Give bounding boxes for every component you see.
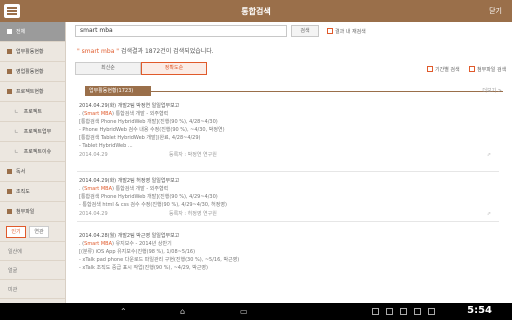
more-link[interactable]: 더보기 > <box>482 87 502 94</box>
sidebar-item-label: 첨부파일 <box>16 209 35 215</box>
sidebar-item-label: 독서 <box>16 169 26 175</box>
sidebar-item-org-chart[interactable]: 조직도 <box>0 182 65 202</box>
result-item[interactable]: 2014.04.29(화) 개발2팀 허정영 일일업무보고 . (Smart M… <box>79 177 497 218</box>
tab-related[interactable]: 연관 <box>29 225 49 238</box>
sidebar-item-all[interactable]: 전체 <box>0 22 65 42</box>
result-line: [통합검색 Tablet HybridWeb 개발](완료, 4/28~4/29… <box>79 135 201 141</box>
notification-icon[interactable] <box>386 308 393 315</box>
result-registrar: 등록자 : 박정연 연구원 <box>169 152 217 158</box>
sidebar-item-project-status[interactable]: 프로젝트현황 <box>0 82 65 102</box>
back-icon[interactable]: ⌃ <box>120 307 127 316</box>
section-title: 업무활동현황(1723) <box>85 86 151 96</box>
clock: 5:54 <box>467 305 492 316</box>
sort-latest-button[interactable]: 최신순 <box>75 62 141 75</box>
result-line: [통합검색 Phone HybridWeb 개발](진행(90 %), 4/29… <box>79 194 218 200</box>
attachment-search-option[interactable]: 첨부파일 검색 <box>469 66 506 73</box>
result-item[interactable]: 2014.04.29(화) 개발2팀 박정연 일일업무보고 . (Smart M… <box>79 102 497 159</box>
result-date: 2014.04.29 <box>79 152 108 158</box>
result-line: [(분류) iOS App 유지보수(진행(98 %), 1/08~5/16) <box>79 249 196 255</box>
search-within-option[interactable]: 결과 내 재검색 <box>327 28 366 35</box>
result-line: - xTalk 조직도 중급 표시 작업(진행(90 %), ~4/29, 박근… <box>79 265 208 271</box>
category-icon <box>7 89 12 94</box>
app-header: 통합검색 닫기 <box>0 0 512 22</box>
result-meta: 2014.04.29 등록자 : 박정연 연구원 ⇗ <box>79 151 497 159</box>
sort-accuracy-button[interactable]: 정확도순 <box>141 62 207 75</box>
result-date: 2014.04.29 <box>79 211 108 217</box>
result-count: 검색결과 1872건이 검색되었습니다. <box>119 48 214 55</box>
search-input[interactable]: smart mba <box>75 25 287 37</box>
result-line: . (Smart MBA) 통합검색 개발 - 외주협력 <box>79 186 169 192</box>
period-search-option[interactable]: 기간별 검색 <box>427 66 460 73</box>
result-item[interactable]: 2014.04.28(월) 개발2팀 박근영 일일업무보고 . (Smart M… <box>79 232 497 272</box>
result-line: - Phone HybridWeb 검수 내용 수정(진행(90 %), ~4/… <box>79 127 225 133</box>
keyword-item[interactable]: 일산에 <box>0 242 65 261</box>
sidebar-item-work-activity[interactable]: 업무활동현황 <box>0 42 65 62</box>
sidebar-item-reading[interactable]: 독서 <box>0 162 65 182</box>
system-bar: ⌃ ⌂ ▭ 5:54 <box>0 303 512 320</box>
page-title: 통합검색 <box>241 7 271 16</box>
result-line: [통합검색 Phone HybridWeb 개발](진행(90 %), 4/28… <box>79 119 218 125</box>
category-icon <box>7 49 12 54</box>
divider <box>77 221 499 222</box>
result-summary: " smart mba " 검색결과 1872건이 검색되었습니다. <box>77 46 214 55</box>
result-title[interactable]: 2014.04.29(화) 개발2팀 허정영 일일업무보고 <box>79 177 497 185</box>
keyword-item[interactable]: 미관 <box>0 280 65 299</box>
checkbox-icon[interactable] <box>469 66 475 72</box>
sidebar-item-label: 영업활동현황 <box>16 69 44 75</box>
result-title[interactable]: 2014.04.29(화) 개발2팀 박정연 일일업무보고 <box>79 102 497 110</box>
attachment-search-label: 첨부파일 검색 <box>477 67 507 73</box>
result-registrar: 등록자 : 허정영 연구원 <box>169 211 217 217</box>
notification-icon[interactable] <box>372 308 379 315</box>
wifi-icon <box>428 308 435 315</box>
sidebar-item-project-issue[interactable]: ㄴ 프로젝트이슈 <box>0 142 65 162</box>
main-content: smart mba 검색 결과 내 재검색 " smart mba " 검색결과… <box>67 22 512 303</box>
search-button[interactable]: 검색 <box>291 25 319 37</box>
category-icon <box>7 189 12 194</box>
result-line: - Tablet HybridWeb ... <box>79 143 133 149</box>
sidebar-item-label: 프로젝트 <box>23 109 43 115</box>
share-icon[interactable]: ⇗ <box>487 151 491 159</box>
result-line: - 통합검색 html & css 검수 수정(진행(90 %), 4/29~4… <box>79 202 227 208</box>
sidebar-item-label: 프로젝트이슈 <box>23 149 52 155</box>
category-icon <box>7 69 12 74</box>
notification-icon[interactable] <box>400 308 407 315</box>
sidebar-item-label: 프로젝트현황 <box>16 89 44 95</box>
recent-apps-icon[interactable]: ▭ <box>240 307 248 316</box>
result-line: . (Smart MBA) 통합검색 개발 - 외주협력 <box>79 111 169 117</box>
period-search-label: 기간별 검색 <box>435 67 460 73</box>
tree-branch-icon: ㄴ <box>14 149 19 155</box>
sidebar: 전체 업무활동현황 영업활동현황 프로젝트현황 ㄴ 프로젝트 ㄴ 프로젝트업무 ㄴ프… <box>0 22 66 303</box>
category-icon <box>7 209 12 214</box>
result-title[interactable]: 2014.04.28(월) 개발2팀 박근영 일일업무보고 <box>79 232 497 240</box>
sidebar-item-sales-activity[interactable]: 영업활동현황 <box>0 62 65 82</box>
category-icon <box>7 169 12 174</box>
result-line: . (Smart MBA) 유지보수 - 2014년 상반기 <box>79 241 172 247</box>
sidebar-item-project-task[interactable]: ㄴ 프로젝트업무 <box>0 122 65 142</box>
checkbox-icon[interactable] <box>427 66 433 72</box>
keyword-item[interactable]: 얼굴 <box>0 261 65 280</box>
search-within-label: 결과 내 재검색 <box>335 29 366 35</box>
sidebar-item-label: 업무활동현황 <box>16 49 44 55</box>
tree-branch-icon: ㄴ <box>14 109 19 115</box>
checkbox-icon[interactable] <box>327 28 333 34</box>
sidebar-item-label: 프로젝트업무 <box>23 129 52 135</box>
sidebar-item-label: 조직도 <box>16 189 30 195</box>
sidebar-item-project[interactable]: ㄴ 프로젝트 <box>0 102 65 122</box>
close-button[interactable]: 닫기 <box>489 6 502 16</box>
tree-branch-icon: ㄴ <box>14 129 19 135</box>
result-query: " smart mba " <box>77 48 120 55</box>
sidebar-item-label: 전체 <box>16 29 26 35</box>
share-icon[interactable]: ⇗ <box>487 210 491 218</box>
home-icon[interactable]: ⌂ <box>180 307 185 316</box>
tab-popular[interactable]: 인기 <box>6 225 26 238</box>
result-meta: 2014.04.29 등록자 : 허정영 연구원 ⇗ <box>79 210 497 218</box>
notification-icon[interactable] <box>414 308 421 315</box>
result-line: - xTalk pad phone 다운로드 파일관리 구현(진행(30 %),… <box>79 257 240 263</box>
keyword-tabs: 인기 연관 <box>0 222 65 242</box>
sidebar-item-attachments[interactable]: 첨부파일 <box>0 202 65 222</box>
divider <box>77 171 499 172</box>
category-icon <box>7 29 12 34</box>
